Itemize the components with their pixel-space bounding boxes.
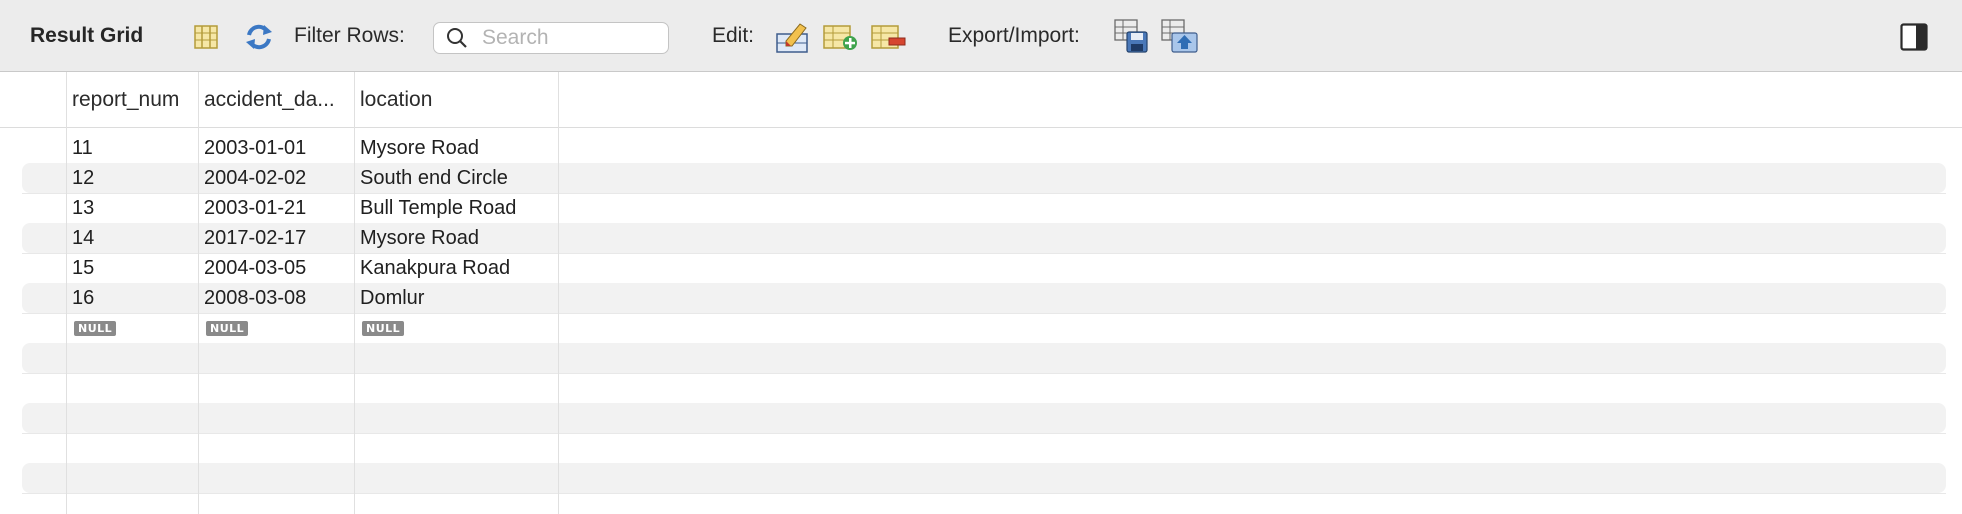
null-cell[interactable]: NULL <box>357 313 405 343</box>
row-stripe <box>22 223 1946 253</box>
cell-report-num[interactable]: 16 <box>67 283 94 313</box>
filter-rows-label: Filter Rows: <box>294 24 405 47</box>
column-divider <box>198 72 199 514</box>
row-separator <box>22 253 1946 254</box>
cell-location[interactable]: Kanakpura Road <box>355 253 510 283</box>
cell-report-num[interactable]: 13 <box>67 193 94 223</box>
row-stripe <box>22 403 1946 433</box>
refresh-icon[interactable] <box>244 23 274 51</box>
insert-row-icon[interactable] <box>823 22 859 52</box>
toggle-panel-icon[interactable] <box>1900 23 1928 51</box>
cell-location[interactable]: Bull Temple Road <box>355 193 516 223</box>
row-separator <box>22 493 1946 494</box>
cell-report-num[interactable]: 15 <box>67 253 94 283</box>
search-input[interactable] <box>480 25 654 51</box>
row-stripe <box>22 463 1946 493</box>
search-box[interactable] <box>433 22 669 54</box>
row-stripe <box>22 283 1946 313</box>
row-stripe <box>22 343 1946 373</box>
column-divider <box>354 72 355 514</box>
null-badge: NULL <box>206 320 249 336</box>
cell-accident-date[interactable]: 2008-03-08 <box>199 283 306 313</box>
row-separator <box>22 313 1946 314</box>
cell-location[interactable]: Mysore Road <box>355 133 479 163</box>
column-divider <box>558 72 559 514</box>
cell-report-num[interactable]: 12 <box>67 163 94 193</box>
edit-row-icon[interactable] <box>776 22 810 54</box>
null-cell[interactable]: NULL <box>69 313 117 343</box>
cell-report-num[interactable]: 14 <box>67 223 94 253</box>
cell-location[interactable]: Mysore Road <box>355 223 479 253</box>
cell-location[interactable]: Domlur <box>355 283 424 313</box>
cell-location[interactable]: South end Circle <box>355 163 508 193</box>
export-import-label: Export/Import: <box>948 24 1080 47</box>
edit-label: Edit: <box>712 24 755 47</box>
import-icon[interactable] <box>1161 19 1199 53</box>
column-header-report-num[interactable]: report_num <box>67 72 199 127</box>
cell-accident-date[interactable]: 2004-02-02 <box>199 163 306 193</box>
cell-report-num[interactable]: 11 <box>67 133 93 163</box>
cell-accident-date[interactable]: 2017-02-17 <box>199 223 306 253</box>
null-cell[interactable]: NULL <box>201 313 249 343</box>
column-header-location[interactable]: location <box>355 72 558 127</box>
cell-accident-date[interactable]: 2003-01-01 <box>199 133 306 163</box>
row-separator <box>22 433 1946 434</box>
row-stripe <box>22 163 1946 193</box>
grid-header: report_num accident_da... location <box>0 72 1962 128</box>
cell-accident-date[interactable]: 2004-03-05 <box>199 253 306 283</box>
result-grid: report_num accident_da... location 11 200… <box>0 72 1962 514</box>
result-grid-toolbar: Result Grid Filter Rows: Edit: <box>0 0 1962 72</box>
search-icon <box>447 28 467 48</box>
toolbar-title: Result Grid <box>30 24 144 47</box>
column-header-accident-date[interactable]: accident_da... <box>199 72 355 127</box>
delete-row-icon[interactable] <box>871 22 907 52</box>
null-badge: NULL <box>362 320 405 336</box>
export-icon[interactable] <box>1114 19 1150 53</box>
cell-accident-date[interactable]: 2003-01-21 <box>199 193 306 223</box>
null-badge: NULL <box>74 320 117 336</box>
row-separator <box>22 373 1946 374</box>
toggle-columns-icon[interactable] <box>193 24 219 50</box>
column-divider <box>66 72 67 514</box>
row-separator <box>22 193 1946 194</box>
